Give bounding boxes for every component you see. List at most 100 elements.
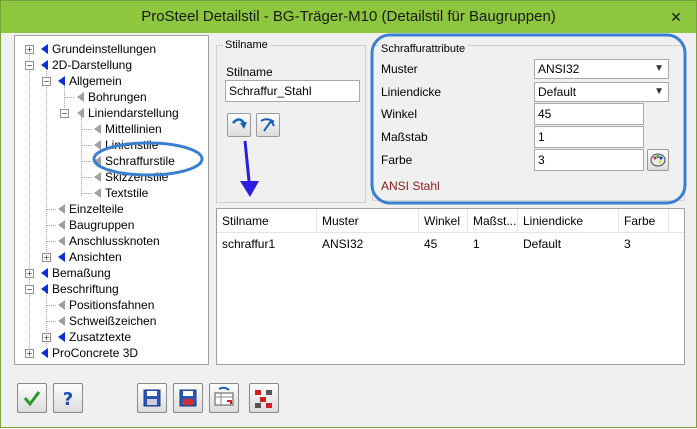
structure-button[interactable] [249,383,279,413]
tree-item-bemassung[interactable]: + Bemaßung [15,265,205,281]
tree-item-label: Ansichten [69,250,122,264]
tree-item-label: Bemaßung [52,266,111,280]
tree-item-anschlussknoten[interactable]: Anschlussknoten [15,233,205,249]
stilname-field-label: Stilname [226,65,273,79]
tree-item-textstile[interactable]: Textstile [15,185,205,201]
tree-item-proconcrete-3d[interactable]: + ProConcrete 3D [15,345,205,361]
node-arrow-icon [77,108,84,118]
title-bar: ProSteel Detailstil - BG-Träger-M10 (Det… [1,1,696,33]
question-mark-icon: ? [63,389,73,410]
save-as-button[interactable] [173,383,203,413]
table-header-stilname[interactable]: Stilname [217,209,317,233]
tree-item-allgemein[interactable]: − Allgemein [15,73,205,89]
tree-guide-line [46,321,56,322]
massstab-label: Maßstab [381,130,428,144]
table-cell: 45 [424,237,438,251]
settings-tree[interactable]: + Grundeinstellungen − 2D-Darstellung − … [14,35,209,365]
pick-tool-icon [260,118,275,132]
muster-dropdown[interactable]: ANSI32 ▼ [534,59,669,79]
tree-item-beschriftung[interactable]: − Beschriftung [15,281,205,297]
help-button[interactable]: ? [53,383,83,413]
tree-item-bohrungen[interactable]: Bohrungen [15,89,205,105]
collapse-minus-icon[interactable]: − [42,77,51,86]
expand-plus-icon[interactable]: + [42,333,51,342]
tree-item-liniendarstellung[interactable]: − Liniendarstellung [15,105,205,121]
curved-arrow-icon [232,118,247,129]
floppy-disk-icon [143,389,161,407]
tree-item-einzelteile[interactable]: Einzelteile [15,201,205,217]
chevron-down-icon: ▼ [654,63,664,74]
tree-item-label: Anschlussknoten [69,234,160,248]
winkel-input[interactable]: 45 [534,103,644,125]
tree-guide-line [46,209,56,210]
table-header-winkel[interactable]: Winkel [419,209,468,233]
expand-plus-icon[interactable]: + [42,253,51,262]
node-arrow-icon [58,236,65,246]
tree-guide-line [81,177,91,178]
table-header-liniendicke[interactable]: Liniendicke [518,209,619,233]
table-header-farbe[interactable]: Farbe [619,209,669,233]
expand-plus-icon[interactable]: + [25,45,34,54]
save-button[interactable] [137,383,167,413]
table-header-massstab[interactable]: Maßst... [468,209,518,233]
tree-item-positionsfahnen[interactable]: Positionsfahnen [15,297,205,313]
table-header-muster[interactable]: Muster [317,209,419,233]
collapse-minus-icon[interactable]: − [25,61,34,70]
tree-item-label: Allgemein [69,74,122,88]
tree-item-label: Mittellinien [105,122,162,136]
tree-guide-line [46,241,56,242]
chevron-down-icon: ▼ [654,86,664,97]
edit-style-button[interactable] [256,113,280,137]
tree-guide-line [46,305,56,306]
tree-item-mittellinien[interactable]: Mittellinien [15,121,205,137]
node-arrow-icon [41,284,48,294]
tree-item-label: Skizzenstile [105,170,169,184]
apply-style-button[interactable] [227,113,251,137]
color-picker-button[interactable] [647,149,669,171]
stilname-input[interactable]: Schraffur_Stahl [225,80,360,102]
table-cell: 1 [473,237,480,251]
styles-table[interactable]: Stilname Muster Winkel Maßst... Liniendi… [216,208,685,365]
tree-item-2d-darstellung[interactable]: − 2D-Darstellung [15,57,205,73]
farbe-label: Farbe [381,153,413,167]
tree-item-linienstile[interactable]: Linienstile [15,137,205,153]
tree-item-baugruppen[interactable]: Baugruppen [15,217,205,233]
tree-item-schraffurstile[interactable]: Schraffurstile [15,153,205,169]
ok-button[interactable] [17,383,47,413]
tree-item-label: ProConcrete 3D [52,346,139,360]
tree-item-schweisszeichen[interactable]: Schweißzeichen [15,313,205,329]
farbe-input[interactable]: 3 [534,149,644,171]
collapse-minus-icon[interactable]: − [25,285,34,294]
dialog-window: ProSteel Detailstil - BG-Träger-M10 (Det… [0,0,697,428]
tree-item-ansichten[interactable]: + Ansichten [15,249,205,265]
node-arrow-icon [94,140,101,150]
tree-item-label: Beschriftung [52,282,119,296]
tree-guide-line [81,145,91,146]
tree-item-label: Schraffurstile [105,154,175,168]
expand-plus-icon[interactable]: + [25,269,34,278]
palette-icon [650,153,666,167]
tree-item-skizzenstile[interactable]: Skizzenstile [15,169,205,185]
checkmark-icon [23,391,41,407]
tree-item-grundeinstellungen[interactable]: + Grundeinstellungen [15,41,205,57]
schraffurattribute-group-label: Schraffurattribute [379,43,468,55]
massstab-input[interactable]: 1 [534,126,644,148]
tree-item-label: Textstile [105,186,149,200]
tree-item-label: Linienstile [105,138,159,152]
tree-item-label: Baugruppen [69,218,135,232]
node-arrow-icon [94,188,101,198]
liniendicke-value: Default [538,85,577,99]
close-icon[interactable]: ✕ [668,9,684,25]
hatch-preview-text: ANSI Stahl [381,179,440,193]
import-button[interactable] [209,383,239,413]
hierarchy-icon [255,390,272,408]
node-arrow-icon [77,92,84,102]
tree-item-zusatztexte[interactable]: + Zusatztexte [15,329,205,345]
node-arrow-icon [41,44,48,54]
tree-guide-line [81,129,91,130]
node-arrow-icon [58,204,65,214]
liniendicke-label: Liniendicke [381,85,442,99]
liniendicke-dropdown[interactable]: Default ▼ [534,82,669,102]
collapse-minus-icon[interactable]: − [60,109,69,118]
expand-plus-icon[interactable]: + [25,349,34,358]
